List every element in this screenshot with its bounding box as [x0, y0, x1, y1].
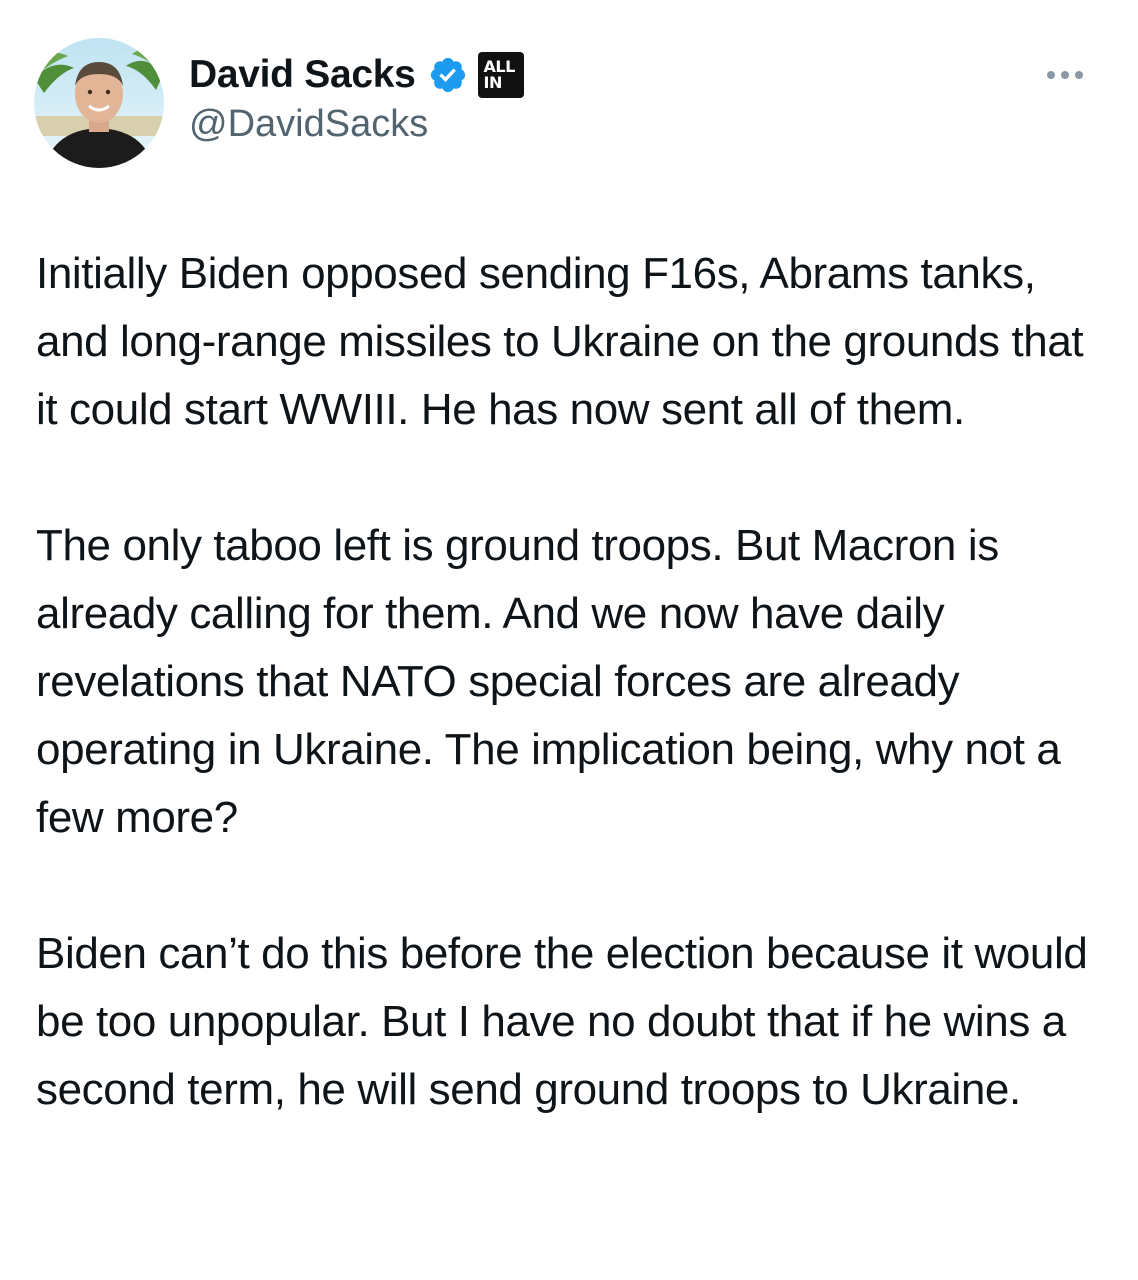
author-name-row: David Sacks ALL IN — [189, 50, 524, 100]
more-dot-icon — [1047, 71, 1055, 79]
tweet-paragraph: The only taboo left is ground troops. Bu… — [36, 521, 1061, 842]
affiliate-badge-line2: IN — [483, 73, 503, 92]
affiliate-badge-icon[interactable]: ALL IN — [477, 52, 524, 98]
tweet-paragraph: Initially Biden opposed sending F16s, Ab… — [36, 249, 1084, 434]
more-dot-icon — [1075, 71, 1083, 79]
author-display-name[interactable]: David Sacks — [189, 53, 416, 97]
more-dot-icon — [1061, 71, 1069, 79]
avatar-image — [34, 38, 164, 168]
tweet-paragraph: Biden can’t do this before the election … — [36, 929, 1088, 1114]
avatar[interactable] — [34, 38, 164, 168]
verified-badge-icon[interactable] — [428, 55, 468, 95]
author-handle[interactable]: @DavidSacks — [189, 103, 428, 146]
tweet-text: Initially Biden opposed sending F16s, Ab… — [36, 240, 1116, 1124]
tweet-card: David Sacks ALL IN @DavidSacks Initially… — [0, 0, 1138, 1280]
more-options-button[interactable] — [1030, 60, 1100, 90]
